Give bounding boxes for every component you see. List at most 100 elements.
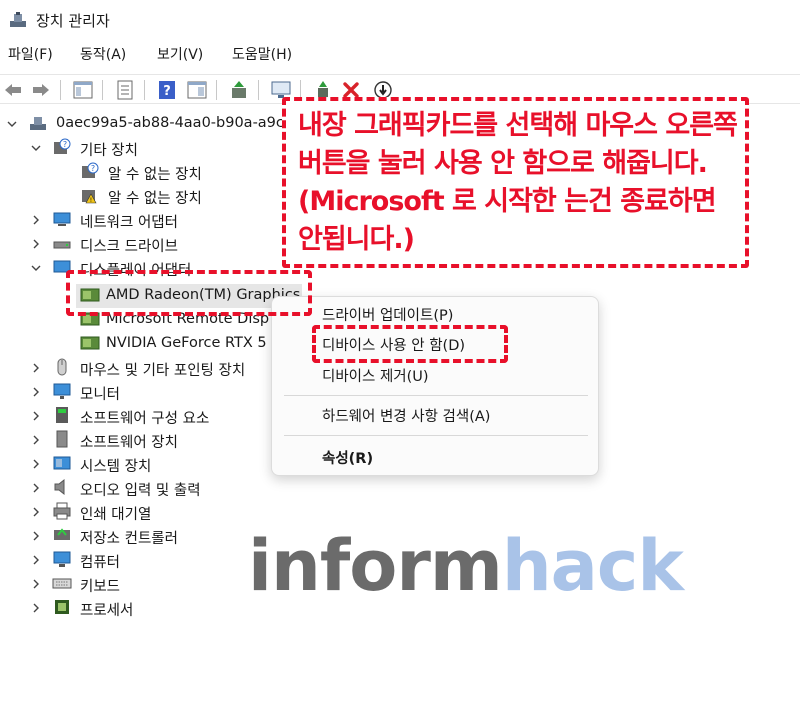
view-panel-icon[interactable] bbox=[186, 79, 208, 101]
tree-root[interactable]: 0aec99a5-ab88-4aa0-b90a-a9c bbox=[0, 112, 300, 136]
tree-item-label: 기타 장치 bbox=[80, 143, 138, 159]
chevron-right-icon[interactable] bbox=[30, 362, 42, 374]
unknown-device-icon: ? bbox=[82, 162, 99, 178]
properties-sheet-icon[interactable] bbox=[114, 79, 136, 101]
speaker-icon bbox=[54, 478, 65, 496]
tree-item-label: 컴퓨터 bbox=[80, 555, 121, 571]
tree-item-label: 디스크 드라이브 bbox=[80, 239, 178, 255]
highlight-amd-radeon bbox=[66, 270, 312, 316]
svg-text:?: ? bbox=[91, 164, 95, 173]
tree-item-mouse[interactable]: 마우스 및 기타 포인팅 장치 bbox=[0, 356, 300, 380]
tree-item-network[interactable]: 네트워크 어댑터 bbox=[0, 208, 300, 232]
menu-help[interactable]: 도움말(H) bbox=[232, 44, 292, 64]
tree-item-unknown-device-warning[interactable]: ! 알 수 없는 장치 bbox=[0, 184, 300, 208]
disk-drive-icon bbox=[53, 241, 71, 249]
tree-item-label: 키보드 bbox=[80, 579, 121, 595]
chevron-right-icon[interactable] bbox=[30, 506, 42, 518]
mouse-icon bbox=[57, 358, 67, 376]
tree-item-system-devices[interactable]: 시스템 장치 bbox=[0, 452, 300, 476]
highlight-disable-device bbox=[312, 325, 508, 363]
watermark: informhack bbox=[248, 525, 684, 607]
tree-item-other-devices[interactable]: ? 기타 장치 bbox=[0, 136, 300, 160]
help-icon[interactable]: ? bbox=[156, 79, 178, 101]
chevron-right-icon[interactable] bbox=[30, 458, 42, 470]
tree-item-label: 소프트웨어 구성 요소 bbox=[80, 411, 210, 427]
tree-item-label: 저장소 컨트롤러 bbox=[80, 531, 178, 547]
chevron-right-icon[interactable] bbox=[30, 386, 42, 398]
instruction-callout-text: 내장 그래픽카드를 선택해 마우스 오른쪽 버튼을 눌러 사용 안 함으로 해줍… bbox=[298, 110, 738, 255]
menu-bar: 파일(F) 동작(A) 보기(V) 도움말(H) bbox=[0, 44, 800, 68]
system-device-icon bbox=[53, 456, 71, 470]
menu-item-scan-hardware[interactable]: 하드웨어 변경 사항 검색(A) bbox=[322, 405, 490, 426]
menu-item-update-driver[interactable]: 드라이버 업데이트(P) bbox=[322, 304, 453, 325]
svg-text:!: ! bbox=[90, 197, 92, 204]
tree-item-audio[interactable]: 오디오 입력 및 출력 bbox=[0, 476, 300, 500]
chevron-right-icon[interactable] bbox=[30, 554, 42, 566]
tree-item-label: 인쇄 대기열 bbox=[80, 507, 152, 523]
instruction-callout: 내장 그래픽카드를 선택해 마우스 오른쪽 버튼을 눌러 사용 안 함으로 해줍… bbox=[282, 97, 749, 268]
watermark-part-2: hack bbox=[501, 525, 684, 607]
tree-item-unknown-device[interactable]: ? 알 수 없는 장치 bbox=[0, 160, 300, 184]
chevron-down-icon[interactable] bbox=[6, 118, 18, 130]
display-adapter-icon bbox=[80, 336, 100, 350]
show-hide-console-tree-icon[interactable] bbox=[72, 79, 94, 101]
watermark-part-1: inform bbox=[248, 525, 503, 607]
unknown-device-icon: ? bbox=[54, 138, 71, 154]
chevron-right-icon[interactable] bbox=[30, 530, 42, 542]
chevron-right-icon[interactable] bbox=[30, 602, 42, 614]
tree-item-label: 네트워크 어댑터 bbox=[80, 215, 178, 231]
toolbar-separator bbox=[258, 80, 259, 100]
svg-text:?: ? bbox=[163, 84, 171, 99]
keyboard-icon bbox=[52, 578, 72, 589]
tree-item-label: NVIDIA GeForce RTX 5 bbox=[106, 335, 267, 351]
tree-item-software-devices[interactable]: 소프트웨어 장치 bbox=[0, 428, 300, 452]
forward-arrow-icon[interactable] bbox=[30, 79, 52, 101]
tree-item-monitor[interactable]: 모니터 bbox=[0, 380, 300, 404]
tree-item-print-queues[interactable]: 인쇄 대기열 bbox=[0, 500, 300, 524]
software-component-icon bbox=[56, 407, 68, 423]
menu-separator bbox=[284, 395, 588, 396]
toolbar-separator bbox=[216, 80, 217, 100]
tree-item-label: 마우스 및 기타 포인팅 장치 bbox=[80, 363, 246, 379]
network-adapter-icon bbox=[53, 212, 71, 226]
tree-item-software-components[interactable]: 소프트웨어 구성 요소 bbox=[0, 404, 300, 428]
tree-item-label: 소프트웨어 장치 bbox=[80, 435, 178, 451]
menu-action[interactable]: 동작(A) bbox=[80, 44, 126, 64]
menu-file[interactable]: 파일(F) bbox=[8, 44, 53, 64]
chevron-right-icon[interactable] bbox=[30, 238, 42, 250]
window-title: 장치 관리자 bbox=[36, 12, 110, 30]
menu-view[interactable]: 보기(V) bbox=[157, 44, 203, 64]
chevron-down-icon[interactable] bbox=[30, 262, 42, 274]
back-arrow-icon[interactable] bbox=[2, 79, 24, 101]
tree-item-label: 시스템 장치 bbox=[80, 459, 152, 475]
title-bar: 장치 관리자 bbox=[0, 0, 800, 40]
chevron-down-icon[interactable] bbox=[30, 142, 42, 154]
menu-separator bbox=[284, 435, 588, 436]
computer-root-icon bbox=[30, 117, 46, 130]
menu-item-properties[interactable]: 속성(R) bbox=[322, 447, 373, 468]
tree-item-label: 오디오 입력 및 출력 bbox=[80, 483, 201, 499]
menu-item-uninstall-device[interactable]: 디바이스 제거(U) bbox=[322, 365, 429, 386]
toolbar-separator bbox=[60, 80, 61, 100]
tree-item-nvidia[interactable]: NVIDIA GeForce RTX 5 bbox=[0, 332, 300, 356]
warning-device-icon: ! bbox=[82, 190, 97, 204]
update-driver-icon[interactable] bbox=[228, 79, 250, 101]
tree-item-label: 모니터 bbox=[80, 387, 121, 403]
computer-icon bbox=[53, 551, 71, 567]
context-menu: 드라이버 업데이트(P) 디바이스 사용 안 함(D) 디바이스 제거(U) 하… bbox=[271, 296, 599, 476]
tree-root-label: 0aec99a5-ab88-4aa0-b90a-a9c bbox=[56, 115, 284, 131]
printer-icon bbox=[53, 502, 71, 520]
storage-controller-icon bbox=[54, 528, 70, 540]
chevron-right-icon[interactable] bbox=[30, 214, 42, 226]
device-manager-icon bbox=[10, 12, 26, 27]
tree-item-label: 알 수 없는 장치 bbox=[108, 191, 202, 207]
chevron-right-icon[interactable] bbox=[30, 410, 42, 422]
svg-text:?: ? bbox=[63, 140, 67, 149]
monitor-icon bbox=[53, 383, 71, 399]
processor-icon bbox=[55, 600, 69, 614]
chevron-right-icon[interactable] bbox=[30, 482, 42, 494]
tree-item-disk[interactable]: 디스크 드라이브 bbox=[0, 232, 300, 256]
chevron-right-icon[interactable] bbox=[30, 578, 42, 590]
tree-item-label: 알 수 없는 장치 bbox=[108, 167, 202, 183]
chevron-right-icon[interactable] bbox=[30, 434, 42, 446]
